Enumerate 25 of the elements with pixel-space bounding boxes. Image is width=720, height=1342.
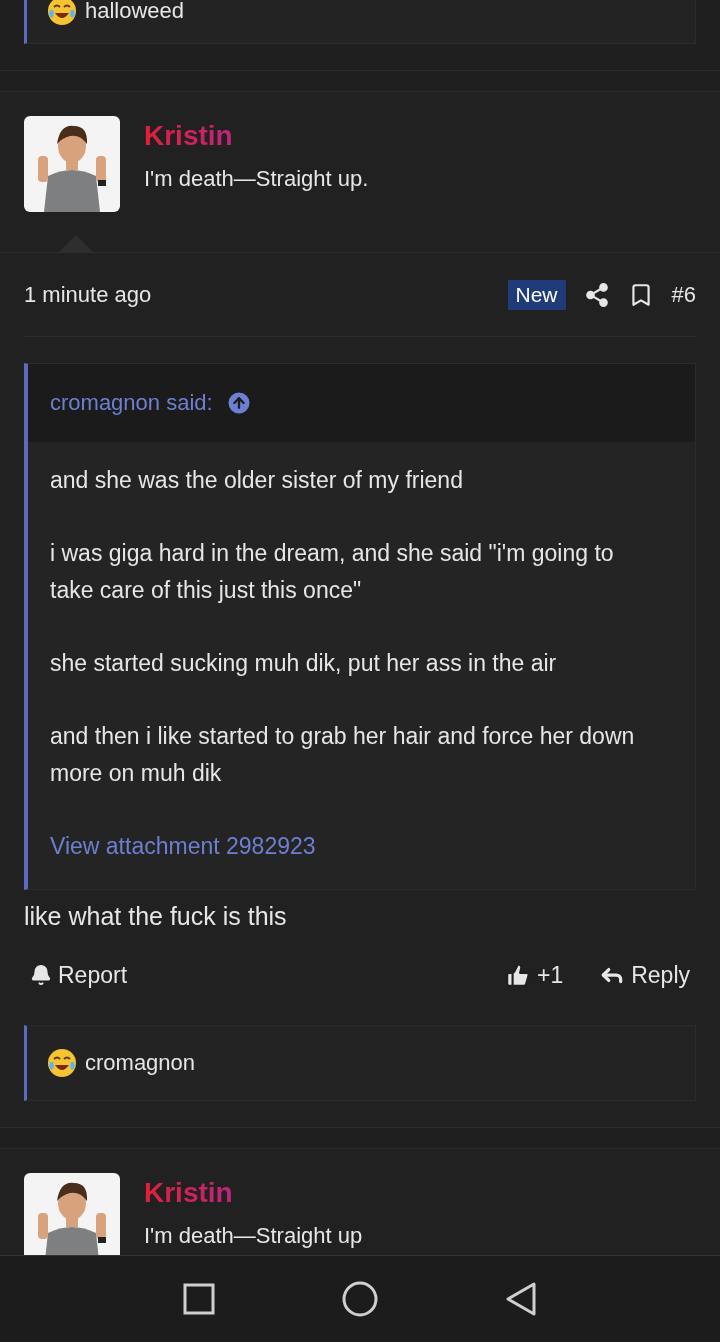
quote-paragraph: and then i like started to grab her hair and force her down more on muh dik <box>50 722 636 788</box>
post-number[interactable]: #6 <box>671 281 696 308</box>
quote-paragraph: and she was the older sister of my friend <box>50 466 464 495</box>
like-button[interactable]: +1 <box>498 961 570 989</box>
post-time: 1 minute ago <box>24 281 153 308</box>
user-title: I'm death—Straight up <box>144 1223 363 1249</box>
quote-author-link[interactable]: cromagnon said: <box>50 390 213 416</box>
quote-paragraph: i was giga hard in the dream, and she said "i'm going to take care of this just this once" <box>50 539 615 605</box>
reply-button[interactable]: Reply <box>593 961 696 989</box>
home-icon[interactable] <box>341 1280 379 1319</box>
crying-laughing-emoji-icon <box>47 1048 77 1078</box>
new-label: New <box>507 279 566 310</box>
reaction-bar[interactable]: cromagnon <box>24 1025 696 1101</box>
recent-apps-icon[interactable] <box>182 1282 217 1317</box>
crying-laughing-emoji-icon <box>47 0 77 26</box>
user-title: I'm death—Straight up. <box>144 166 369 192</box>
bell-icon <box>30 964 52 986</box>
share-icon[interactable] <box>583 281 610 308</box>
post-text: like what the fuck is this <box>24 902 288 931</box>
attachment-link[interactable]: View attachment 2982923 <box>50 828 651 865</box>
reaction-users: cromagnon <box>85 1050 196 1076</box>
reaction-bar[interactable]: halloweed <box>24 0 696 44</box>
report-button[interactable]: Report <box>24 961 134 989</box>
reaction-users: halloweed <box>85 0 185 24</box>
quote-paragraph: she started sucking muh dik, put her ass in the air <box>50 649 558 678</box>
